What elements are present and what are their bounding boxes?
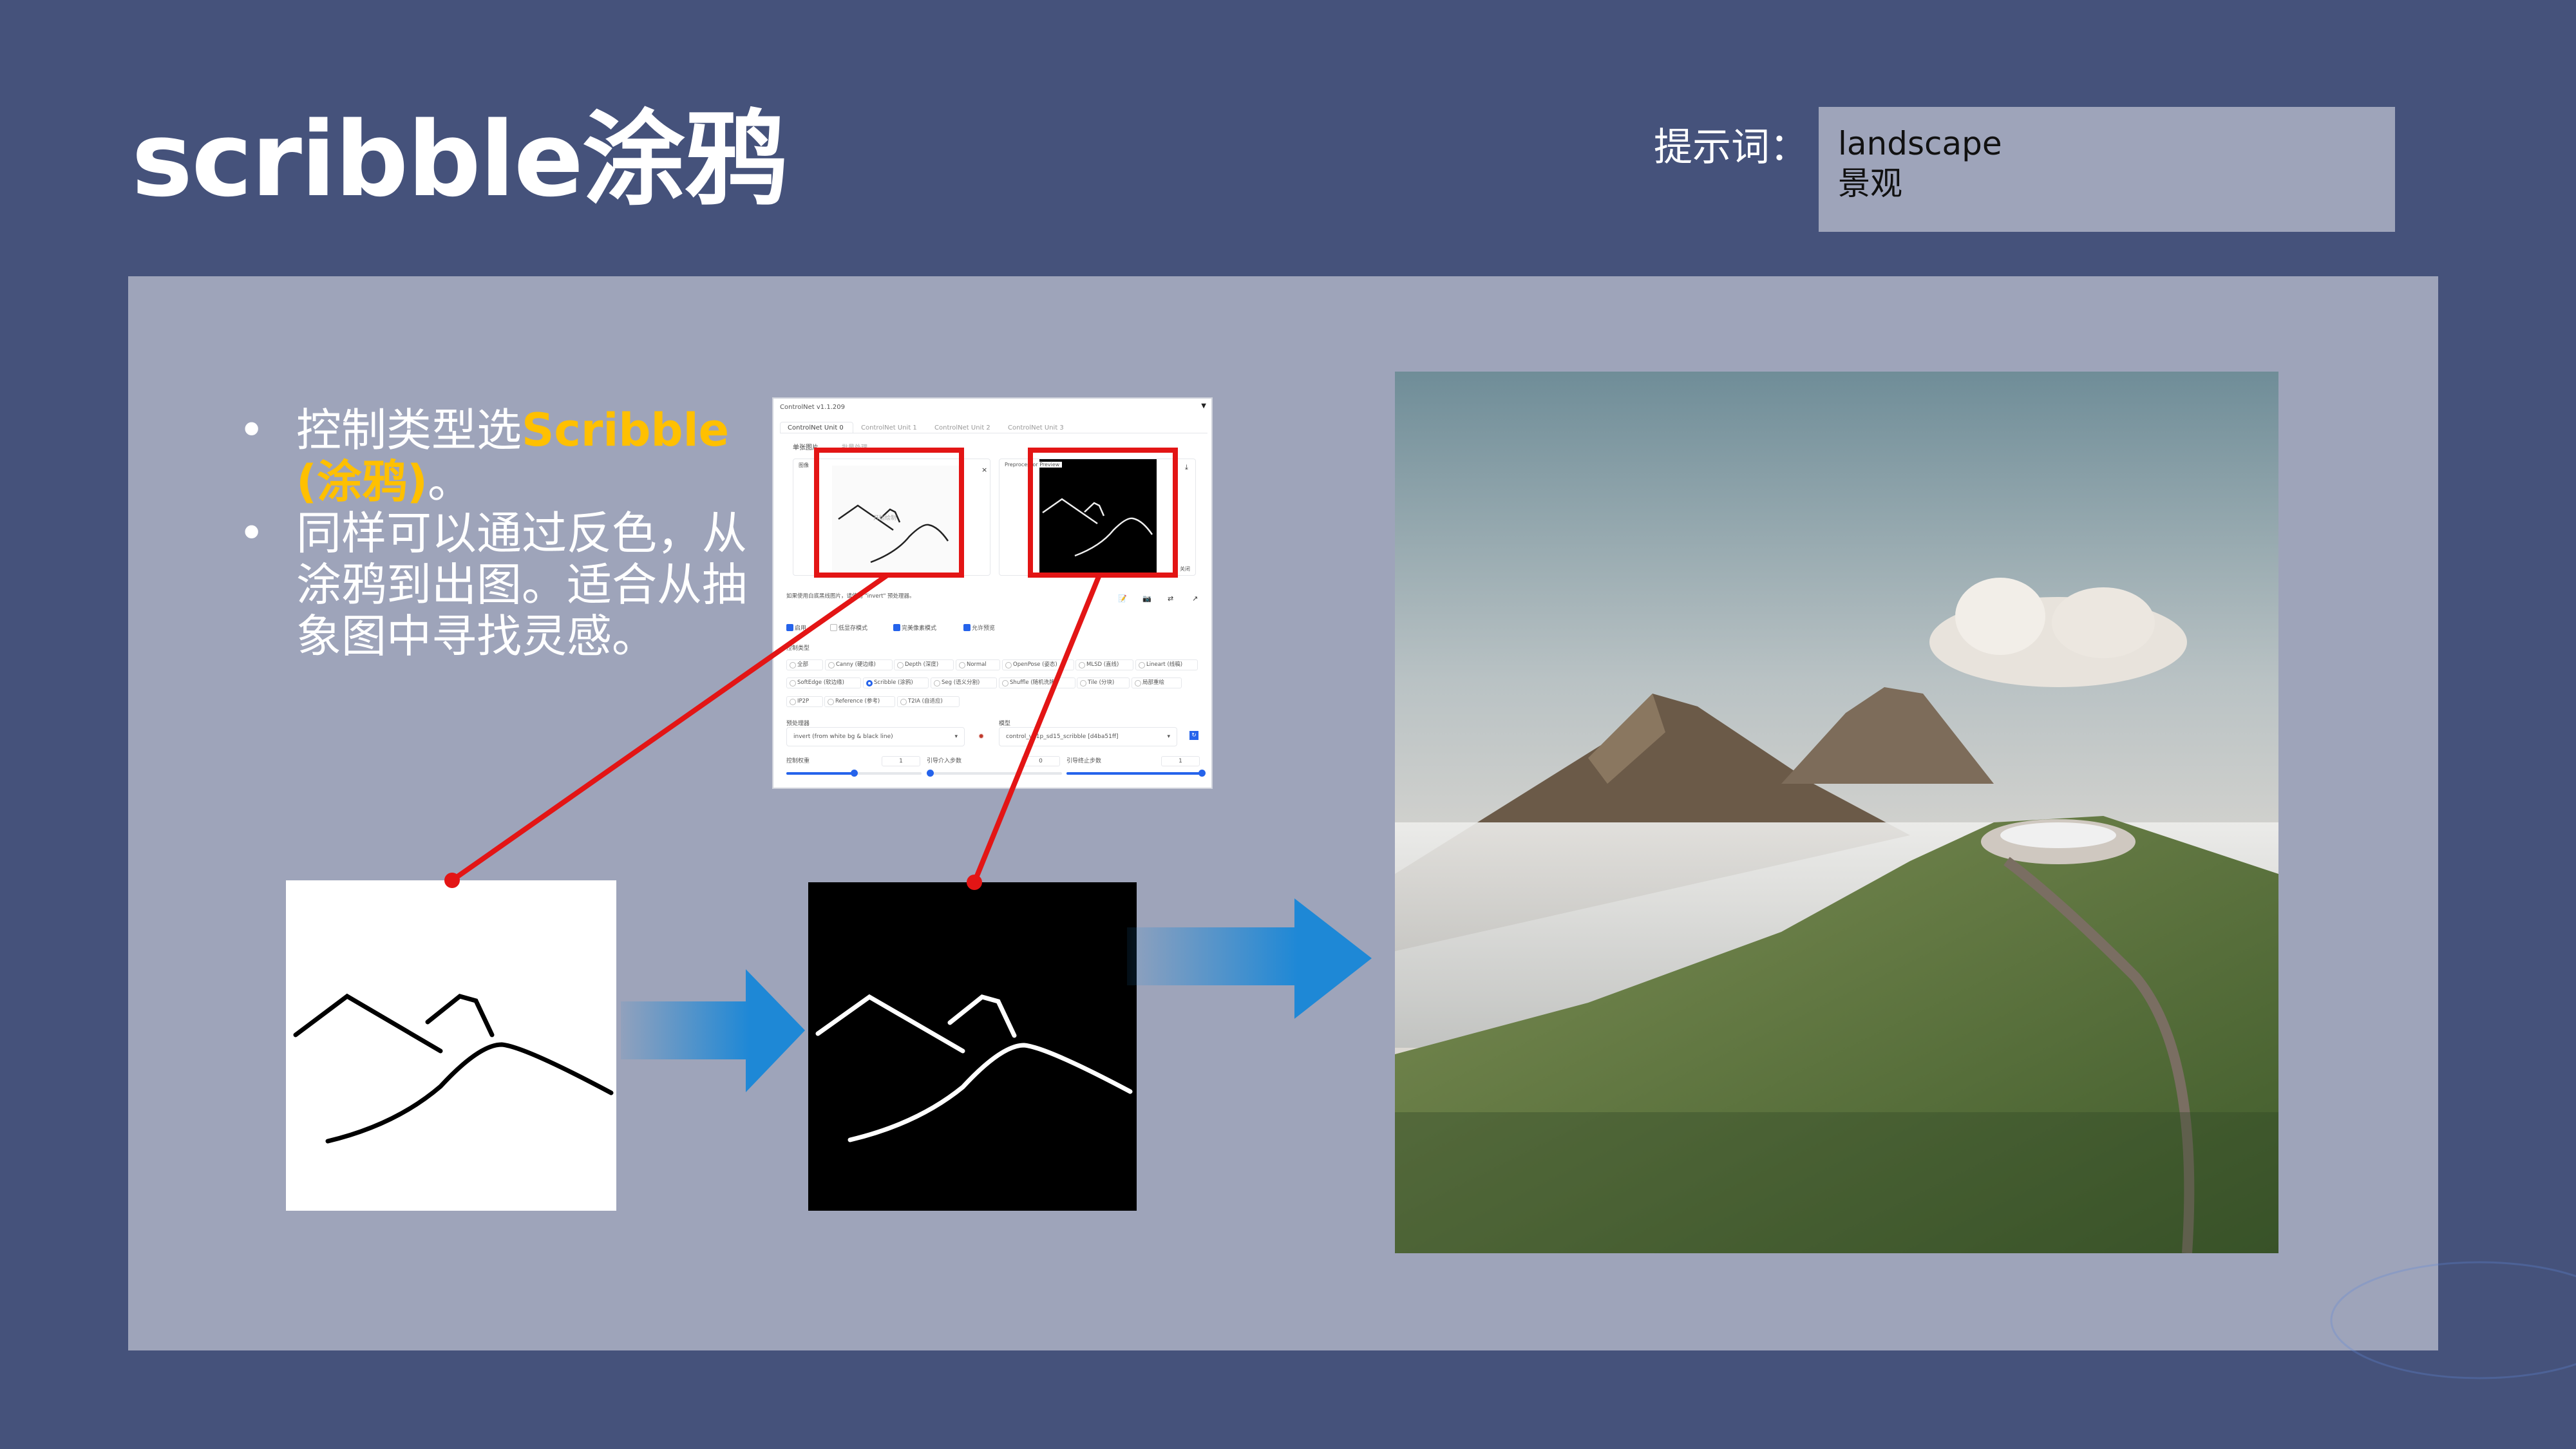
radio-softedge[interactable]: SoftEdge (软边缘) <box>786 677 861 688</box>
model-label: 模型 <box>999 721 1011 727</box>
weight-label: 控制权重 <box>786 758 810 764</box>
radio-shuffle[interactable]: Shuffle (随机洗牌) <box>999 677 1075 688</box>
radio-scribble[interactable]: Scribble (涂鸦) <box>863 677 929 688</box>
preview-image <box>1042 498 1153 557</box>
tab-unit-0[interactable]: ControlNet Unit 0 <box>788 424 844 431</box>
preview-pane: Preprocessor Preview ⤓ 关闭 <box>999 459 1196 576</box>
scribble-input-image <box>286 880 616 1211</box>
tab-unit-3[interactable]: ControlNet Unit 3 <box>1008 424 1064 431</box>
controlnet-header: ControlNet v1.1.209 <box>780 404 845 411</box>
bullet-list: • 控制类型选Scribble (涂鸦)。 • 同样可以通过反色，从涂鸦到出图。适合… <box>232 404 747 662</box>
prompt-label: 提示词： <box>1654 125 1808 170</box>
start-step-input[interactable]: 0 <box>1021 756 1060 766</box>
start-step-label: 引导介入步数 <box>927 758 962 764</box>
radio-t2ia[interactable]: T2IA (自适应) <box>897 696 960 707</box>
radio-tile[interactable]: Tile (分块) <box>1077 677 1130 688</box>
end-step-input[interactable]: 1 <box>1161 756 1200 766</box>
radio-depth[interactable]: Depth (深度) <box>894 659 954 670</box>
controlnet-panel: ControlNet v1.1.209 ▼ ControlNet Unit 0 … <box>772 397 1213 789</box>
bullet-item: • 控制类型选Scribble (涂鸦)。 <box>232 404 747 507</box>
camera-icon[interactable]: 📷 <box>1142 594 1151 603</box>
tab-unit-1[interactable]: ControlNet Unit 1 <box>861 424 917 431</box>
bullet-text: 。 <box>427 455 473 508</box>
preprocessor-select[interactable]: invert (from white bg & black line) <box>786 727 965 746</box>
subtab-single[interactable]: 单张图片 <box>793 442 819 451</box>
page-title: scribble涂鸦 <box>131 99 787 220</box>
pixel-perfect-checkbox[interactable]: 完美像素模式 <box>893 623 936 632</box>
subtab-batch[interactable]: 批量处理 <box>842 442 867 451</box>
weight-input[interactable]: 1 <box>882 756 920 766</box>
prompt-line-en: landscape <box>1838 125 2002 162</box>
model-select[interactable]: control_v11p_sd15_scribble [d4ba51ff] <box>999 727 1177 746</box>
prompt-box: landscape 景观 <box>1819 107 2395 232</box>
weight-slider[interactable] <box>786 770 922 777</box>
image-label: 图像 <box>799 462 809 468</box>
radio-canny[interactable]: Canny (硬边缘) <box>825 659 893 670</box>
collapse-icon[interactable]: ▼ <box>1201 402 1206 410</box>
low-vram-checkbox[interactable]: 低显存模式 <box>830 623 867 632</box>
radio-seg[interactable]: Seg (语义分割) <box>931 677 997 688</box>
bullet-dot: • <box>238 404 265 457</box>
tab-unit-2[interactable]: ControlNet Unit 2 <box>934 424 990 431</box>
bullet-text: 控制类型选 <box>296 404 522 457</box>
send-icon[interactable]: ↗ <box>1192 594 1198 603</box>
bullet-dot: • <box>238 507 265 560</box>
close-icon[interactable]: × <box>981 466 987 474</box>
close-preview-button[interactable]: 关闭 <box>1180 565 1190 573</box>
start-step-slider[interactable] <box>927 770 1062 777</box>
end-step-slider[interactable] <box>1066 770 1206 777</box>
swap-icon[interactable]: ⇄ <box>1168 594 1173 603</box>
download-icon[interactable]: ⤓ <box>1185 463 1188 472</box>
run-preprocessor-icon[interactable]: ✹ <box>978 732 984 741</box>
image-input-pane[interactable]: 图像 开始绘制 × <box>793 459 990 576</box>
preprocessor-label: 预处理器 <box>786 721 810 727</box>
preview-label: Preprocessor Preview <box>1005 462 1063 468</box>
radio-openpose[interactable]: OpenPose (姿态) <box>1002 659 1074 670</box>
radio-lineart[interactable]: Lineart (线稿) <box>1135 659 1198 670</box>
enable-checkbox[interactable]: 启用 <box>786 623 806 632</box>
allow-preview-checkbox[interactable]: 允许预览 <box>963 623 995 632</box>
control-type-label: 控制类型 <box>786 645 810 652</box>
radio-mlsd[interactable]: MLSD (直线) <box>1075 659 1133 670</box>
invert-hint: 如果使用白底黑线图片，请使用 "invert" 预处理器。 <box>786 593 915 600</box>
bullet-text: 同样可以通过反色，从涂鸦到出图。适合从抽象图中寻找灵感。 <box>296 507 747 663</box>
end-step-label: 引导终止步数 <box>1066 758 1102 764</box>
radio-inpaint[interactable]: 局部重绘 <box>1132 677 1182 688</box>
notes-icon[interactable]: 📝 <box>1118 594 1127 603</box>
prompt-line-zh: 景观 <box>1838 165 1902 202</box>
radio-all[interactable]: 全部 <box>786 659 823 670</box>
bullet-item: • 同样可以通过反色，从涂鸦到出图。适合从抽象图中寻找灵感。 <box>232 507 747 662</box>
radio-ip2p[interactable]: IP2P <box>786 696 823 707</box>
radio-reference[interactable]: Reference (参考) <box>824 696 895 707</box>
canvas-hint: 开始绘制 <box>873 515 897 522</box>
scribble-inverted-image <box>808 882 1137 1211</box>
refresh-icon[interactable]: ↻ <box>1189 731 1198 740</box>
radio-normal[interactable]: Normal <box>956 659 1000 670</box>
generated-landscape-image <box>1395 372 2278 1253</box>
